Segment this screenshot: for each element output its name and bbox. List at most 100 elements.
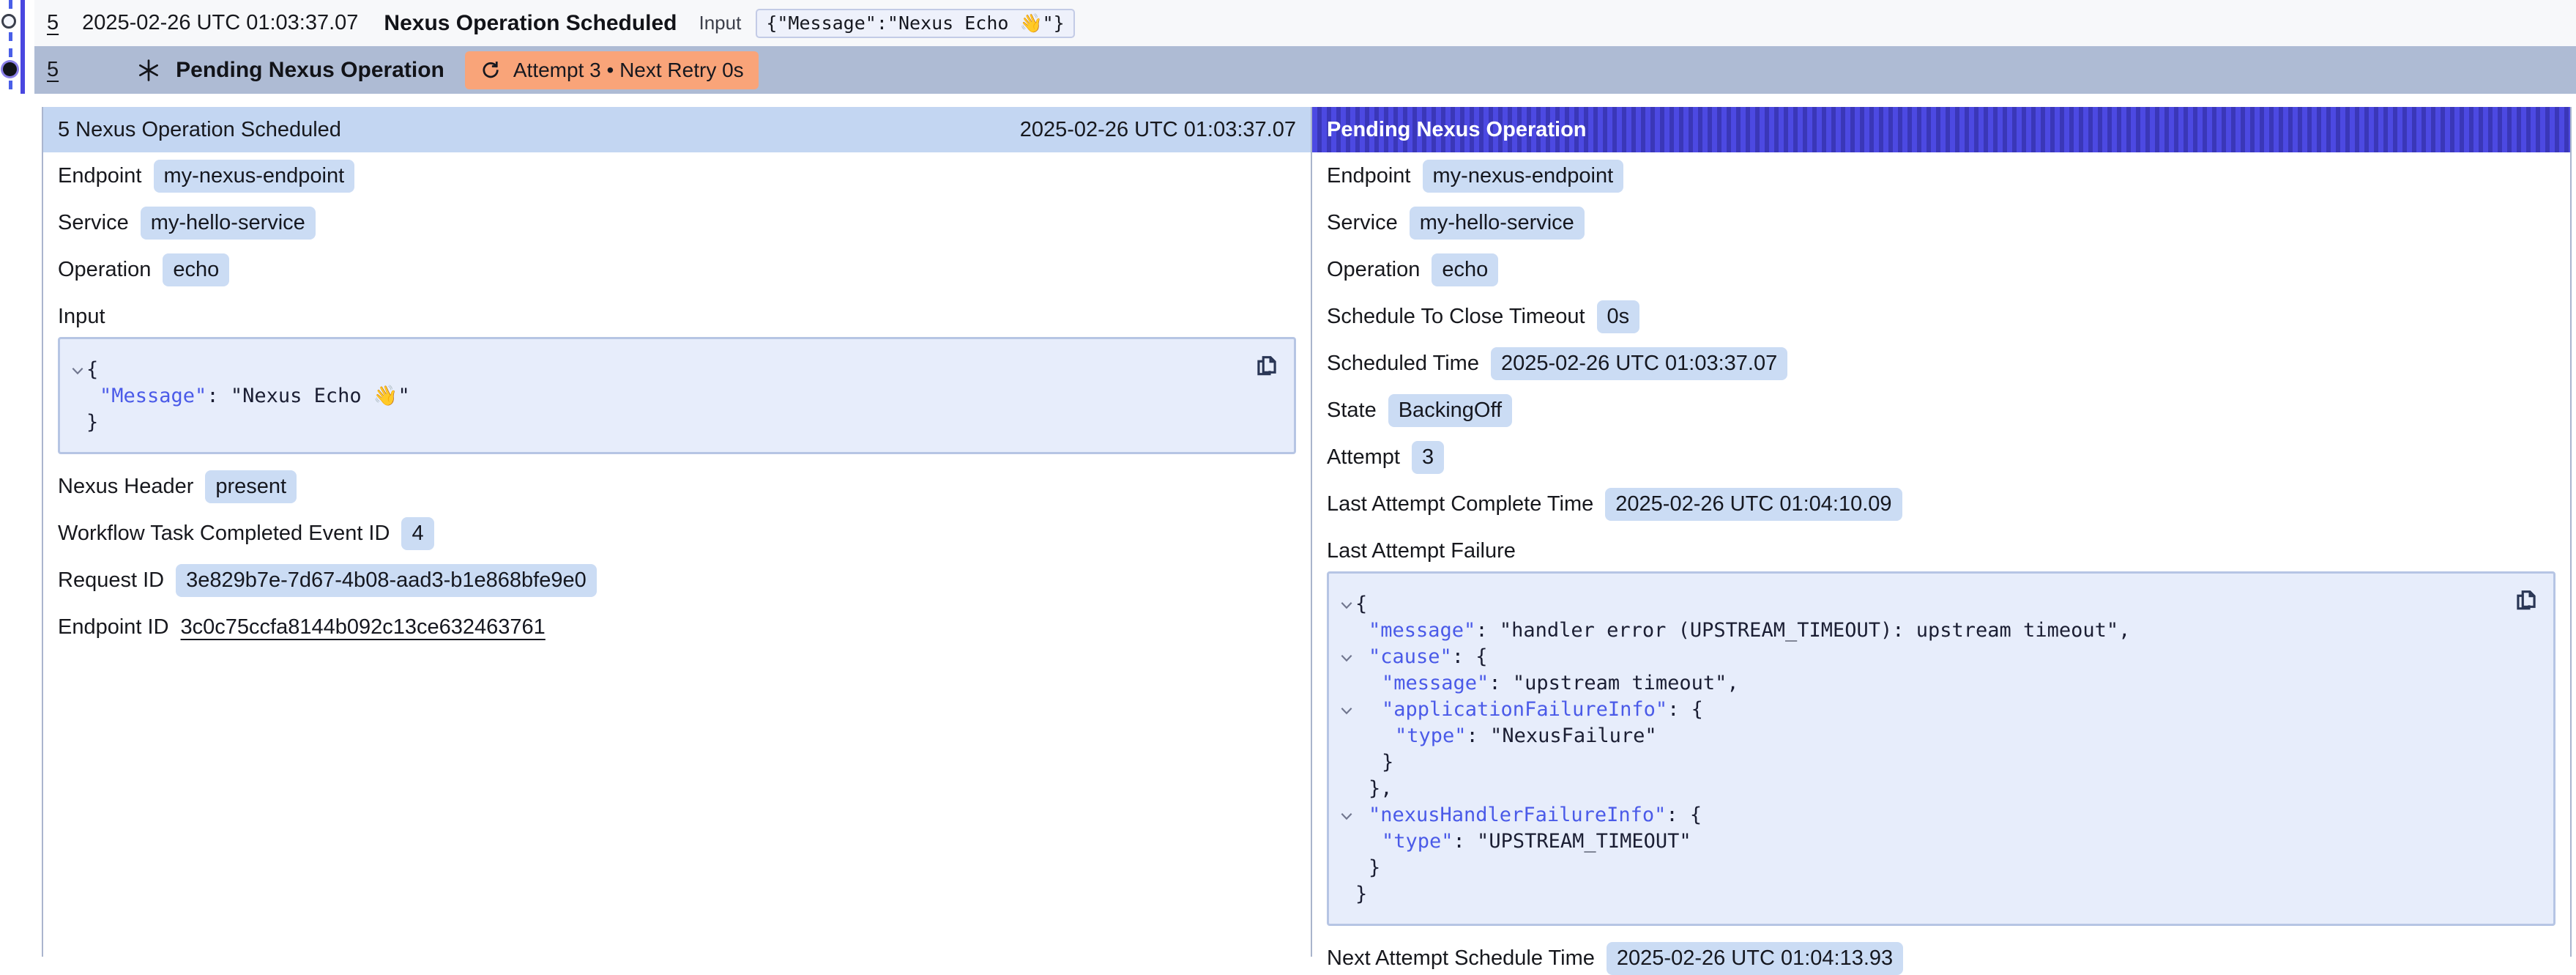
field-value-badge: echo <box>1432 253 1498 286</box>
collapse-chevron-icon[interactable] <box>1341 601 1352 609</box>
panel-header-pending: Pending Nexus Operation <box>1312 107 2570 152</box>
field-value-badge: 3 <box>1412 441 1444 474</box>
field-operation: Operation echo <box>1327 255 2555 284</box>
code-line: "message": "upstream timeout", <box>1339 670 2502 697</box>
field-value-badge: my-nexus-endpoint <box>1423 160 1624 193</box>
code-line: } <box>1339 881 2502 908</box>
code-line: "nexusHandlerFailureInfo": { <box>1339 802 2502 828</box>
field-value-badge: echo <box>163 253 229 286</box>
field-endpoint: Endpointmy-nexus-endpoint <box>58 161 1296 190</box>
field-service: Service my-hello-service <box>58 208 1296 237</box>
field-label: Operation <box>1327 258 1420 282</box>
code-line: "message": "handler error (UPSTREAM_TIME… <box>1339 618 2502 644</box>
event-details-split-view: 5 Nexus Operation Scheduled 2025-02-26 U… <box>42 107 2572 957</box>
pending-asterisk-icon <box>136 58 161 83</box>
field-label: Next Attempt Schedule Time <box>1327 946 1595 971</box>
field-label: Attempt <box>1327 445 1400 470</box>
panel-title: 5 Nexus Operation Scheduled <box>58 118 341 142</box>
code-line: } <box>1339 855 2502 881</box>
field-value-link[interactable]: 3c0c75ccfa8144b092c13ce632463761 <box>181 615 546 640</box>
field-label: Service <box>1327 211 1398 235</box>
collapse-chevron-icon[interactable] <box>72 367 83 375</box>
field-value-badge: 4 <box>401 517 433 550</box>
panel-nexus-operation-scheduled: 5 Nexus Operation Scheduled 2025-02-26 U… <box>43 107 1312 957</box>
field-value-badge: my-hello-service <box>141 207 316 240</box>
timeline-active-bar <box>21 0 25 94</box>
code-line: } <box>1339 749 2502 776</box>
field-label: Last Attempt Complete Time <box>1327 492 1593 516</box>
copy-icon[interactable] <box>1251 349 1282 380</box>
panel-timestamp: 2025-02-26 UTC 01:03:37.07 <box>1020 118 1296 142</box>
json-lines: {"Message": "Nexus Echo 👋"} <box>70 357 1243 436</box>
panel-body: Endpoint my-nexus-endpoint Service my-hello… <box>1312 152 2570 973</box>
code-line: "Message": "Nexus Echo 👋" <box>70 383 1243 409</box>
collapse-chevron-icon[interactable] <box>1341 812 1352 820</box>
failure-json-viewer: {"message": "handler error (UPSTREAM_TIM… <box>1327 571 2555 926</box>
field-attempt: Attempt 3 <box>1327 442 2555 472</box>
history-row-pending-nexus-operation[interactable]: 5 Pending Nexus Operation Attempt 3 • Ne… <box>34 46 2576 94</box>
field-value-badge: present <box>205 470 297 503</box>
field-state: State BackingOff <box>1327 396 2555 425</box>
field-request-id: Request ID 3e829b7e-7d67-4b08-aad3-b1e868… <box>58 566 1296 595</box>
field-group-top: Endpointmy-nexus-endpoint Service my-hello… <box>58 161 1296 284</box>
panel-title: Pending Nexus Operation <box>1327 118 1587 142</box>
field-next-attempt-schedule-time: Next Attempt Schedule Time 2025-02-26 UTC… <box>1327 944 2555 973</box>
timeline-node-scheduled[interactable] <box>1 14 16 29</box>
field-endpoint-id: Endpoint ID3c0c75ccfa8144b092c13ce632463… <box>58 612 1296 642</box>
field-scheduled-time: Scheduled Time 2025-02-26 UTC 01:03:37.07 <box>1327 349 2555 378</box>
field-label: State <box>1327 398 1377 423</box>
field-service: Service my-hello-service <box>1327 208 2555 237</box>
code-line: "type": "NexusFailure" <box>1339 723 2502 749</box>
code-line: "cause": { <box>1339 644 2502 670</box>
field-label: Operation <box>58 258 151 282</box>
timeline-node-pending[interactable] <box>3 62 17 76</box>
field-operation: Operation echo <box>58 255 1296 284</box>
event-id-link[interactable]: 5 <box>47 11 59 35</box>
code-line: { <box>70 357 1243 383</box>
field-group-bottom: Next Attempt Schedule Time 2025-02-26 UTC… <box>1327 944 2555 973</box>
retry-status-badge: Attempt 3 • Next Retry 0s <box>465 51 759 89</box>
panel-header-scheduled: 5 Nexus Operation Scheduled 2025-02-26 U… <box>43 107 1311 152</box>
field-label: Schedule To Close Timeout <box>1327 305 1585 329</box>
event-title: Nexus Operation Scheduled <box>384 11 677 36</box>
collapse-chevron-icon[interactable] <box>1341 654 1352 662</box>
field-label: Scheduled Time <box>1327 352 1479 376</box>
field-value-badge: 2025-02-26 UTC 01:03:37.07 <box>1491 347 1787 380</box>
field-workflow-task-completed-event-id: Workflow Task Completed Event ID 4 <box>58 519 1296 548</box>
retry-icon <box>480 59 502 81</box>
code-line: } <box>70 409 1243 436</box>
field-label: Service <box>58 211 129 235</box>
field-value-badge: BackingOff <box>1388 394 1512 427</box>
json-lines: {"message": "handler error (UPSTREAM_TIM… <box>1339 591 2502 908</box>
field-value-badge: 2025-02-26 UTC 01:04:13.93 <box>1607 942 1903 975</box>
input-payload-chip[interactable]: {"Message":"Nexus Echo 👋"} <box>756 9 1074 38</box>
field-value-badge: 2025-02-26 UTC 01:04:10.09 <box>1605 488 1902 521</box>
temporal-event-history-screen: { "colors":{ "accent_indigo":"#4a47e0","… <box>0 0 2576 957</box>
pending-event-title: Pending Nexus Operation <box>176 58 444 83</box>
panel-body: Endpointmy-nexus-endpoint Service my-hello… <box>43 152 1311 642</box>
code-line: { <box>1339 591 2502 618</box>
failure-section-label: Last Attempt Failure <box>1327 536 2555 566</box>
code-line: "applicationFailureInfo": { <box>1339 697 2502 723</box>
field-label: Nexus Header <box>58 475 193 499</box>
input-label: Input <box>699 12 742 34</box>
code-line: "type": "UPSTREAM_TIMEOUT" <box>1339 828 2502 855</box>
history-row-nexus-operation-scheduled[interactable]: 5 2025-02-26 UTC 01:03:37.07 Nexus Opera… <box>34 0 2576 46</box>
event-timestamp: 2025-02-26 UTC 01:03:37.07 <box>82 11 358 35</box>
input-section-label: Input <box>58 302 1296 331</box>
field-value-badge: my-nexus-endpoint <box>154 160 355 193</box>
field-label: Request ID <box>58 568 164 593</box>
field-value-badge: my-hello-service <box>1410 207 1585 240</box>
copy-icon[interactable] <box>2511 584 2542 615</box>
field-endpoint: Endpoint my-nexus-endpoint <box>1327 161 2555 190</box>
field-last-attempt-complete-time: Last Attempt Complete Time 2025-02-26 UTC… <box>1327 489 2555 519</box>
field-label: Workflow Task Completed Event ID <box>58 522 390 546</box>
field-label: Endpoint <box>1327 164 1411 188</box>
code-line: }, <box>1339 776 2502 802</box>
field-value-badge: 3e829b7e-7d67-4b08-aad3-b1e868bfe9e0 <box>176 564 597 597</box>
field-schedule-to-close-timeout: Schedule To Close Timeout 0s <box>1327 302 2555 331</box>
field-value-badge: 0s <box>1597 300 1640 333</box>
collapse-chevron-icon[interactable] <box>1341 707 1352 715</box>
field-group-bottom: Nexus Header present Workflow Task Complet… <box>58 472 1296 642</box>
event-id-link[interactable]: 5 <box>47 58 59 82</box>
